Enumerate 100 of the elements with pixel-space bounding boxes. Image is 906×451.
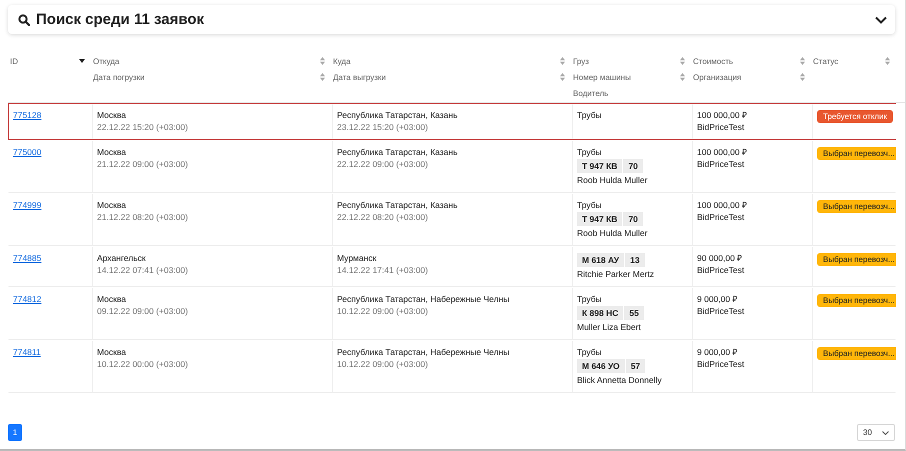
table-row[interactable]: 774812 Москва 09.12.22 09:00 (+03:00) Республика Татарстан, Набережные Челны 10.12.22 09:00 (+03:00) Трубы К 898 НС 55 Muller Liza Ebert 9 000,00 ₽ BidPriceTest Выбран перевозч... [8, 287, 896, 340]
destination-text: Республика Татарстан, Набережные Челны [337, 294, 510, 304]
cargo-text: Трубы [577, 200, 602, 210]
destination-text: Республика Татарстан, Казань [337, 110, 458, 120]
destination-text: Республика Татарстан, Набережные Челны [337, 347, 510, 357]
organization-text: BidPriceTest [697, 212, 744, 222]
plate-region: 57 [626, 359, 646, 373]
column-header: ID [10, 56, 19, 66]
cost-text: 100 000,00 ₽ [697, 200, 747, 210]
load-date: 22.12.22 15:20 (+03:00) [97, 122, 188, 132]
chevron-icon[interactable] [875, 16, 887, 24]
table-row[interactable]: 774999 Москва 21.12.22 08:20 (+03:00) Республика Татарстан, Казань 22.12.22 08:20 (+03:00) Трубы Т 947 КВ 70 Roob Hulda Muller 100 000,00 ₽ BidPriceTest Выбран перевозч... [8, 193, 896, 246]
status-badge: Выбран перевозч... [817, 347, 896, 360]
id-link[interactable]: 775000 [13, 147, 42, 157]
plate-number: К 898 НС [577, 306, 624, 320]
plate-region: 13 [625, 253, 645, 267]
plate-number: Т 947 КВ [577, 212, 622, 226]
origin-text: Москва [97, 294, 126, 304]
cost-text: 100 000,00 ₽ [697, 110, 747, 120]
cost-text: 90 000,00 ₽ [697, 253, 742, 263]
table-row[interactable]: 774885 Архангельск 14.12.22 07:41 (+03:00) Мурманск 14.12.22 17:41 (+03:00) М 618 АУ 13 Ritchie Parker Mertz 90 000,00 ₽ BidPriceTest Выбран перевозч... [8, 246, 896, 287]
cost-text: 100 000,00 ₽ [697, 147, 747, 157]
page-button[interactable]: 1 [8, 424, 22, 441]
id-link[interactable]: 774812 [13, 294, 42, 304]
sort-icon[interactable] [560, 57, 565, 65]
column-header: Водитель [573, 88, 610, 98]
load-date: 10.12.22 00:00 (+03:00) [97, 359, 188, 369]
destination-text: Республика Татарстан, Казань [337, 147, 458, 157]
search-icon [18, 14, 30, 26]
cargo-text: Трубы [577, 294, 602, 304]
status-badge: Выбран перевозч... [817, 147, 896, 160]
column-header: Дата погрузки [93, 72, 146, 82]
organization-text: BidPriceTest [697, 265, 744, 275]
column-header: Номер машины [573, 72, 632, 82]
search-title: Поиск среди 11 заявок [36, 11, 206, 28]
id-link[interactable]: 774999 [13, 200, 42, 210]
column-header: Статус [813, 56, 840, 66]
organization-text: BidPriceTest [697, 122, 744, 132]
sort-down-icon[interactable] [79, 59, 85, 63]
destination-text: Республика Татарстан, Казань [337, 200, 458, 210]
id-link[interactable]: 775128 [13, 110, 42, 120]
destination-text: Мурманск [337, 253, 376, 263]
plate-region: 70 [623, 159, 643, 173]
unload-date: 23.12.22 15:20 (+03:00) [337, 122, 428, 132]
table-row[interactable]: 775000 Москва 21.12.22 09:00 (+03:00) Республика Татарстан, Казань 22.12.22 09:00 (+03:00) Трубы Т 947 КВ 70 Roob Hulda Muller 100 000,00 ₽ BidPriceTest Выбран перевозч... [8, 140, 896, 193]
sort-icon[interactable] [560, 73, 565, 81]
column-header: Куда [333, 56, 352, 66]
driver-name: Muller Liza Ebert [577, 322, 641, 332]
unload-date: 14.12.22 17:41 (+03:00) [337, 265, 428, 275]
status-badge: Выбран перевозч... [817, 253, 896, 266]
origin-text: Москва [97, 347, 126, 357]
sort-icon[interactable] [885, 57, 890, 65]
unload-date: 22.12.22 09:00 (+03:00) [337, 159, 428, 169]
column-header: Откуда [93, 56, 120, 66]
search-panel[interactable]: Поиск среди 11 заявок [8, 5, 895, 34]
origin-text: Москва [97, 147, 126, 157]
sort-icon[interactable] [800, 57, 805, 65]
status-badge: Выбран перевозч... [817, 200, 896, 213]
table-row[interactable]: 774811 Москва 10.12.22 00:00 (+03:00) Республика Татарстан, Набережные Челны 10.12.22 09:00 (+03:00) Трубы М 646 УО 57 Blick Annetta Donnelly 9 000,00 ₽ BidPriceTest Выбран перевозч... [8, 340, 896, 393]
load-date: 14.12.22 07:41 (+03:00) [97, 265, 188, 275]
cargo-text: Трубы [577, 347, 602, 357]
sort-icon[interactable] [320, 57, 325, 65]
driver-name: Roob Hulda Muller [577, 228, 648, 238]
driver-name: Blick Annetta Donnelly [577, 375, 662, 385]
organization-text: BidPriceTest [697, 159, 744, 169]
unload-date: 22.12.22 08:20 (+03:00) [337, 212, 428, 222]
plate-number: М 618 АУ [577, 253, 624, 267]
sort-icon[interactable] [800, 73, 805, 81]
plate-region: 70 [623, 212, 643, 226]
status-badge: Выбран перевозч... [817, 294, 896, 307]
load-date: 09.12.22 09:00 (+03:00) [97, 306, 188, 316]
sort-icon[interactable] [680, 73, 685, 81]
column-header: Стоимость [693, 56, 734, 66]
sort-icon[interactable] [320, 73, 325, 81]
column-header: Организация [693, 72, 742, 82]
column-header: Груз [573, 56, 590, 66]
id-link[interactable]: 774811 [13, 347, 41, 357]
organization-text: BidPriceTest [697, 359, 744, 369]
load-date: 21.12.22 09:00 (+03:00) [97, 159, 188, 169]
load-date: 21.12.22 08:20 (+03:00) [97, 212, 188, 222]
plate-number: М 646 УО [577, 359, 625, 373]
cargo-text: Трубы [577, 147, 602, 157]
cargo-text: Трубы [577, 110, 602, 120]
chevron-down-icon [882, 430, 889, 434]
origin-text: Москва [97, 200, 126, 210]
organization-text: BidPriceTest [697, 306, 744, 316]
column-header: Дата выгрузки [333, 72, 387, 82]
plate-number: Т 947 КВ [577, 159, 622, 173]
driver-name: Roob Hulda Muller [577, 175, 648, 185]
id-link[interactable]: 774885 [13, 253, 42, 263]
page-size-select[interactable]: 30 [857, 424, 895, 441]
cost-text: 9 000,00 ₽ [697, 294, 738, 304]
unload-date: 10.12.22 09:00 (+03:00) [337, 306, 428, 316]
status-badge: Требуется отклик [817, 110, 894, 123]
unload-date: 10.12.22 09:00 (+03:00) [337, 359, 428, 369]
sort-icon[interactable] [680, 57, 685, 65]
origin-text: Москва [97, 110, 126, 120]
plate-region: 55 [624, 306, 644, 320]
table-row[interactable]: 775128 Москва 22.12.22 15:20 (+03:00) Республика Татарстан, Казань 23.12.22 15:20 (+03:00) Трубы 100 000,00 ₽ BidPriceTest Требуется отклик [8, 103, 896, 140]
cost-text: 9 000,00 ₽ [697, 347, 738, 357]
